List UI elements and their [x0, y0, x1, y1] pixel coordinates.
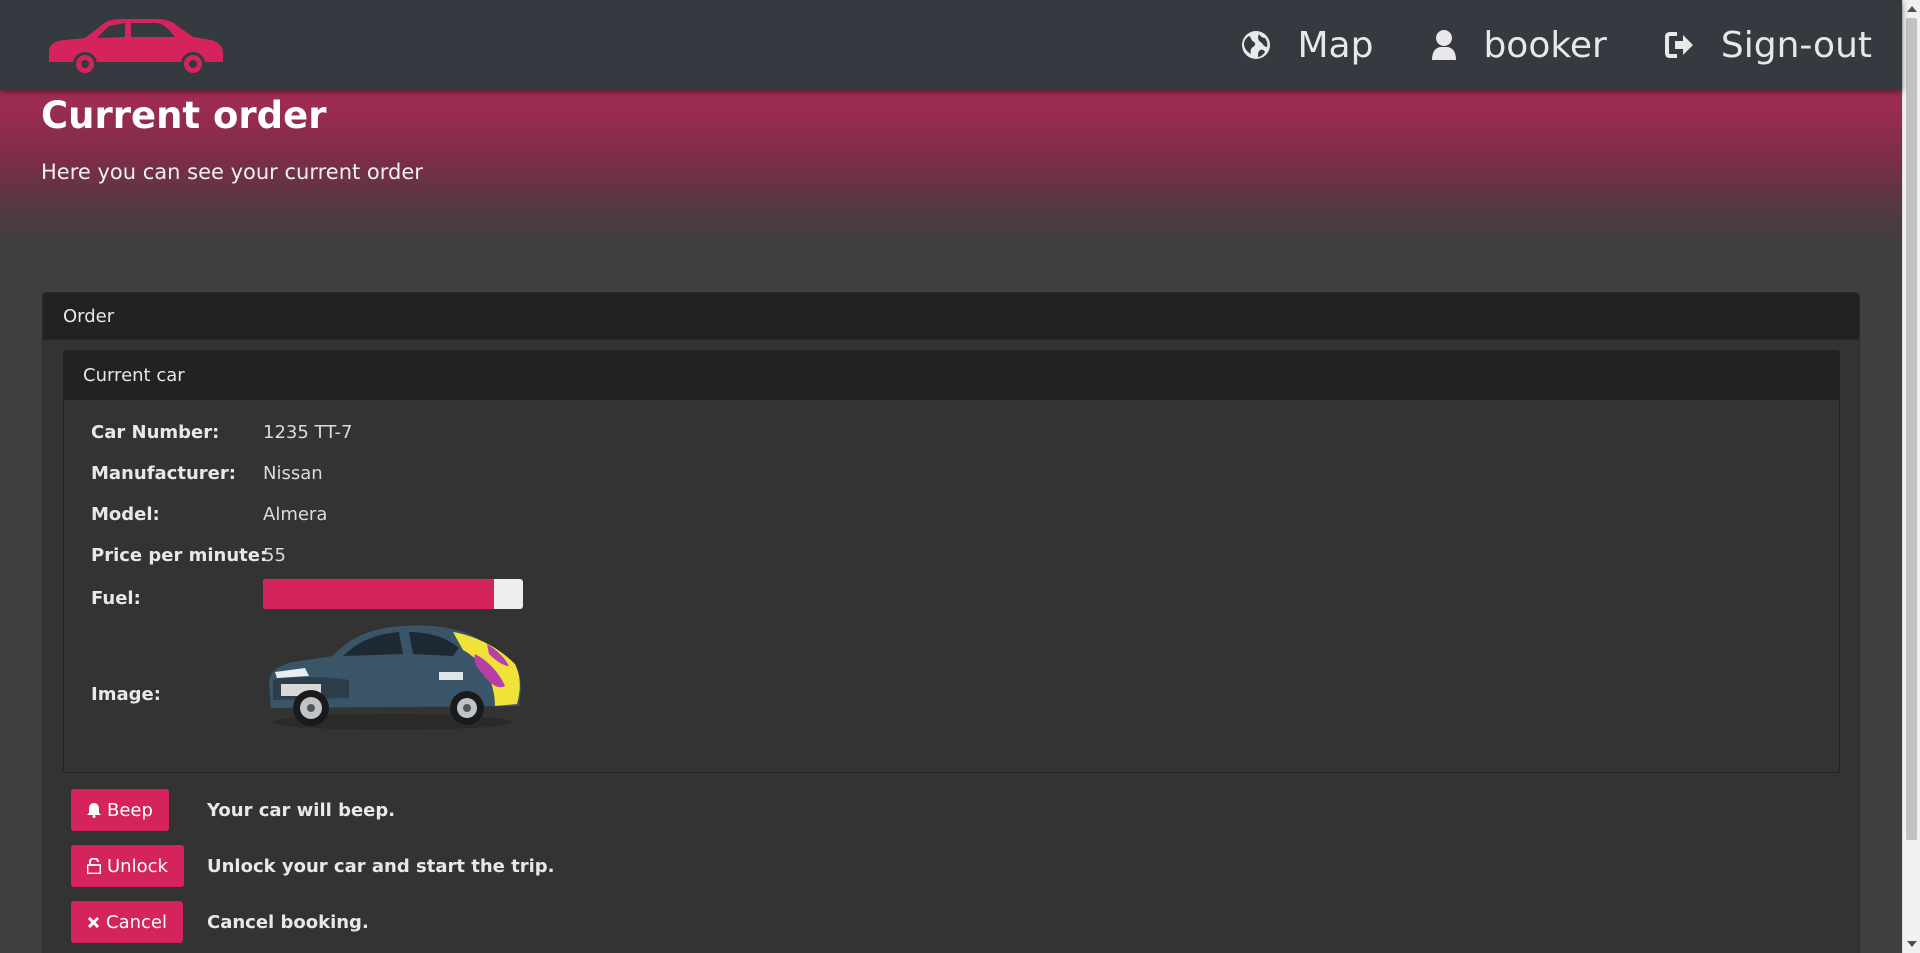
nav-map[interactable]: Map	[1241, 25, 1373, 66]
nav-user[interactable]: booker	[1431, 24, 1607, 66]
model-value: Almera	[263, 504, 328, 525]
car-number-label: Car Number:	[91, 422, 220, 443]
cancel-description: Cancel booking.	[207, 911, 369, 933]
page-subtitle: Here you can see your current order	[41, 160, 423, 184]
scroll-up-arrow[interactable]	[1907, 6, 1917, 12]
page-scrollbar[interactable]	[1902, 0, 1920, 953]
fuel-progress-fill	[263, 579, 495, 609]
sign-out-icon	[1664, 32, 1693, 58]
scroll-down-arrow[interactable]	[1907, 941, 1917, 947]
close-icon	[87, 916, 100, 928]
page-title: Current order	[41, 94, 327, 137]
unlock-button[interactable]: Unlock	[71, 845, 184, 887]
unlock-description: Unlock your car and start the trip.	[207, 855, 555, 877]
current-car-heading: Current car	[64, 351, 1839, 400]
hero-banner: Current order Here you can see your curr…	[0, 90, 1902, 250]
user-icon	[1432, 30, 1457, 60]
unlock-action: Unlock Unlock your car and start the tri…	[71, 845, 554, 887]
model-label: Model:	[91, 504, 160, 525]
price-value: 55	[263, 545, 286, 566]
car-photo	[269, 625, 521, 730]
order-panel: Order Current car Car Number: 1235 TT-7 …	[42, 292, 1860, 953]
manufacturer-value: Nissan	[263, 463, 323, 484]
scroll-thumb[interactable]	[1906, 18, 1917, 840]
nav-sign-out[interactable]: Sign-out	[1664, 24, 1872, 66]
fuel-label: Fuel:	[91, 588, 141, 609]
image-label: Image:	[91, 684, 161, 705]
cancel-button-label: Cancel	[106, 911, 167, 933]
current-car-panel: Current car Car Number: 1235 TT-7 Manufa…	[63, 350, 1840, 773]
nav-map-label: Map	[1297, 24, 1374, 66]
nav-sign-out-label: Sign-out	[1720, 24, 1872, 66]
unlock-button-label: Unlock	[107, 855, 168, 877]
manufacturer-label: Manufacturer:	[91, 463, 236, 484]
car-number-value: 1235 TT-7	[263, 422, 353, 443]
beep-button-label: Beep	[107, 799, 153, 821]
beep-action: Beep Your car will beep.	[71, 789, 395, 831]
beep-button[interactable]: Beep	[71, 789, 169, 831]
fuel-progress-bar	[263, 579, 523, 609]
price-label: Price per minute:	[91, 545, 268, 566]
cancel-button[interactable]: Cancel	[71, 901, 183, 943]
globe-icon	[1242, 31, 1271, 59]
nav-user-label: booker	[1483, 24, 1607, 66]
car-logo-icon[interactable]	[45, 14, 225, 76]
beep-description: Your car will beep.	[207, 799, 396, 821]
bell-icon	[87, 803, 101, 818]
unlock-icon	[87, 858, 101, 874]
order-panel-heading: Order	[43, 293, 1859, 340]
top-navbar: Map booker Sign-out	[0, 0, 1902, 90]
cancel-action: Cancel Cancel booking.	[71, 901, 369, 943]
